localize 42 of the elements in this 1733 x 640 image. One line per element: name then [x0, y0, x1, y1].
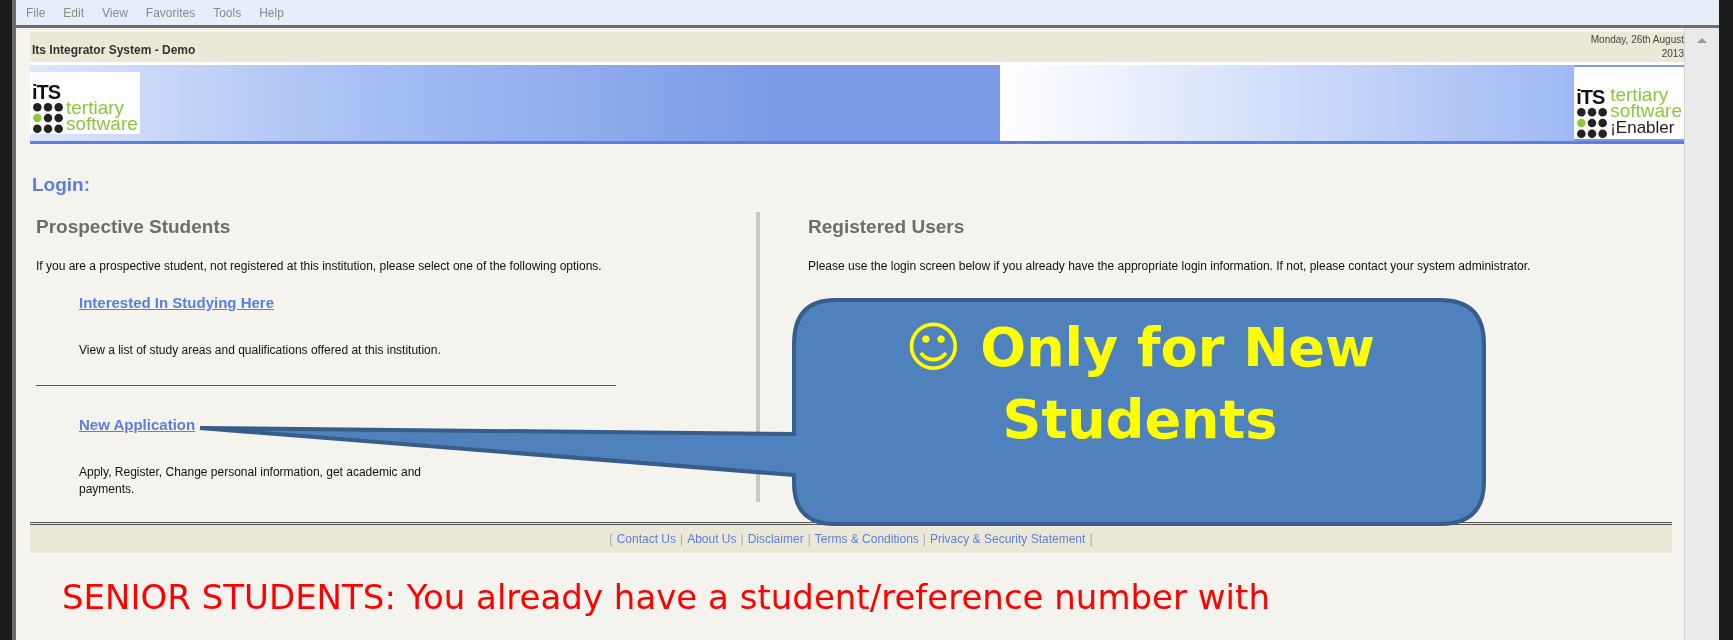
footer-link[interactable]: About Us: [687, 532, 737, 546]
app-title: Its Integrator System - Demo: [31, 42, 196, 57]
note-text: SENIOR STUDENTS: You already have a student/reference number with: [61, 577, 1271, 617]
logo-word: tertiary: [66, 100, 125, 116]
scrollbar[interactable]: [1684, 28, 1719, 640]
menu-item[interactable]: View: [102, 5, 128, 20]
section-heading: Prospective Students: [36, 216, 232, 238]
option-description: Apply, Register, Change personal information, get academic and: [79, 464, 422, 481]
dots-icon: [32, 102, 64, 134]
logo-word: tertiary: [1610, 87, 1669, 103]
menu-item[interactable]: File: [26, 5, 46, 20]
separator: |: [740, 532, 744, 546]
logo-mark: iTS: [32, 82, 62, 102]
logo-mark: iTS: [1576, 87, 1606, 107]
option-description: View a list of study areas and qualifications offered at this institution.: [79, 342, 442, 359]
footer-link[interactable]: Terms & Conditions: [814, 532, 919, 546]
logo-word: software: [66, 116, 138, 132]
separator: |: [807, 532, 811, 546]
menu-item[interactable]: Help: [259, 5, 284, 20]
callout-text: ☺ Only for New Students: [904, 315, 1376, 453]
footer-link[interactable]: Disclaimer: [747, 532, 804, 546]
menu-item[interactable]: Favorites: [145, 5, 196, 20]
bracket: [: [609, 532, 613, 546]
intro-text: If you are a prospective student, not registered at this institution, please select one of the following options.: [36, 258, 603, 274]
separator: |: [922, 532, 926, 546]
option-link[interactable]: New Application: [79, 416, 196, 433]
scroll-up-icon[interactable]: [1697, 38, 1707, 43]
intro-text: Please use the login screen below if you already have the appropriate login information. If not, please contact your system administrator.: [808, 258, 1532, 274]
logo-word: software: [1610, 103, 1682, 119]
page-title: Login:: [32, 174, 92, 196]
option-link[interactable]: Interested In Studying Here: [79, 294, 275, 311]
footer-link[interactable]: Privacy & Security Statement: [929, 532, 1086, 546]
option-description: payments.: [79, 481, 136, 498]
bracket: ]: [1089, 532, 1093, 546]
dots-icon: [1576, 107, 1609, 139]
section-heading: Registered Users: [808, 216, 966, 238]
logo-tagline: ¡Enabler: [1610, 119, 1676, 137]
menu-item[interactable]: Edit: [63, 5, 85, 20]
menu-item[interactable]: Tools: [213, 5, 242, 20]
separator: |: [680, 532, 684, 546]
footer-link[interactable]: Contact Us: [616, 532, 676, 546]
date-text: Monday, 26th August 2013: [1589, 33, 1684, 61]
